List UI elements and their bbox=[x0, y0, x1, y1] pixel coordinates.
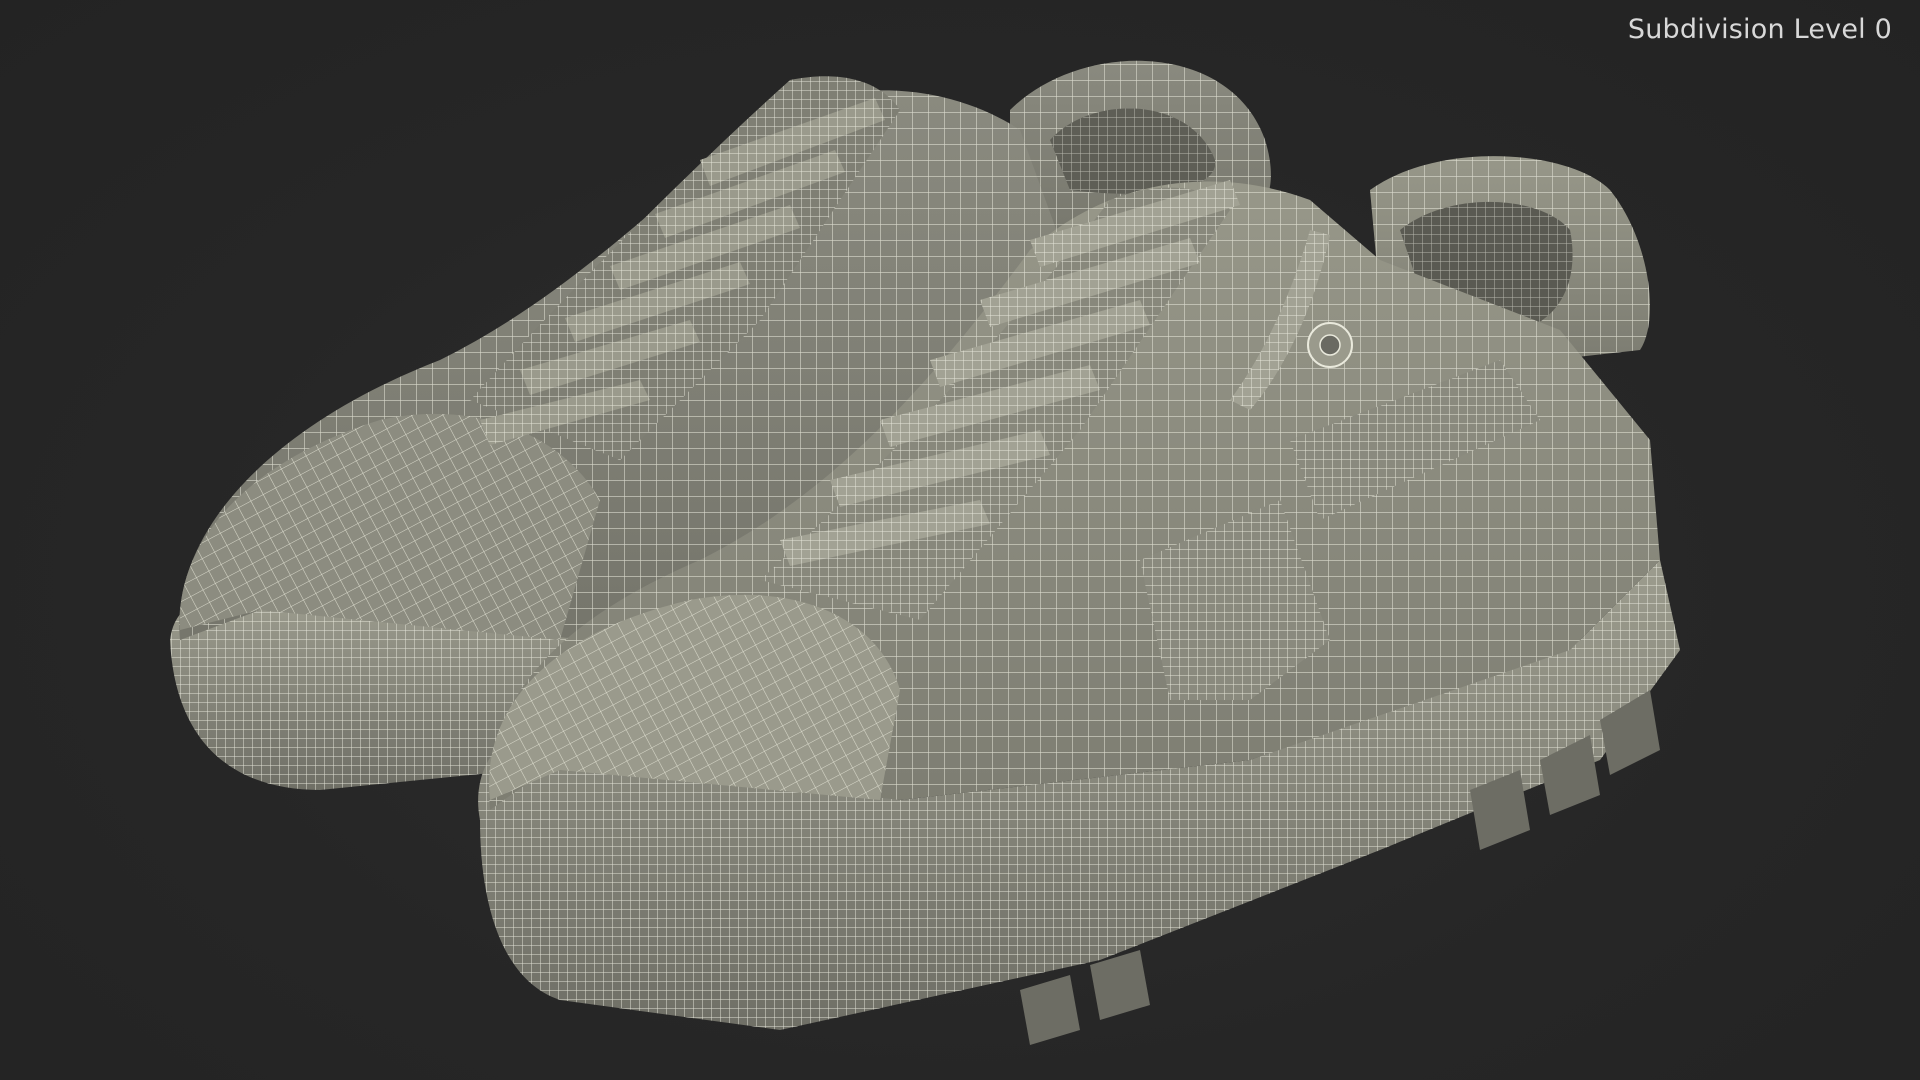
3d-viewport[interactable]: Subdivision Level 0 bbox=[0, 0, 1920, 1080]
sneaker-render bbox=[170, 60, 1681, 1045]
